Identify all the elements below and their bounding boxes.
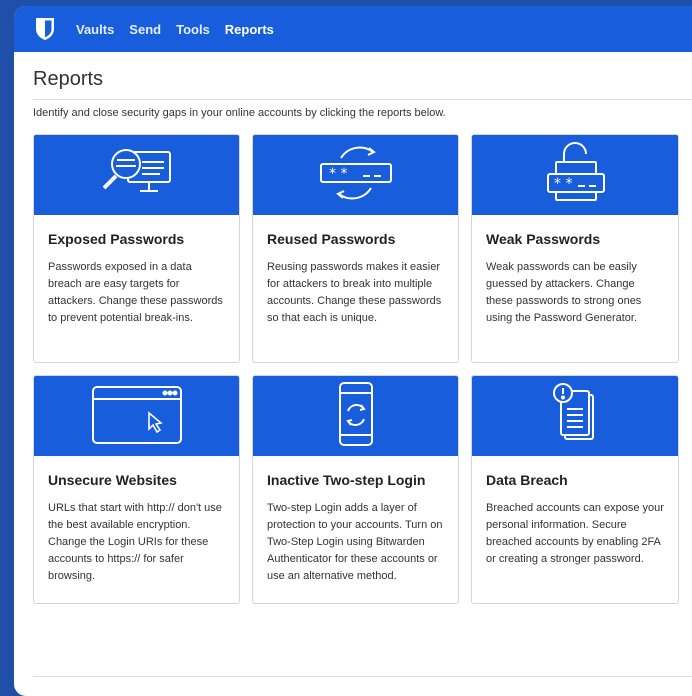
title-divider [33,99,692,100]
phone-sync-icon [326,379,386,454]
card-banner: * * [253,135,458,215]
card-title: Inactive Two-step Login [267,472,426,488]
report-card-unsecure-websites[interactable]: Unsecure Websites URLs that start with h… [33,375,240,604]
weak-password-lock-icon: * * [530,138,620,213]
page-subtitle: Identify and close security gaps in your… [33,107,446,119]
nav-send[interactable]: Send [129,22,161,37]
card-banner: * * [472,135,678,215]
bitwarden-shield-icon[interactable] [34,16,56,42]
card-description: Passwords exposed in a data breach are e… [48,261,223,324]
nav-tools[interactable]: Tools [176,22,210,37]
card-title: Data Breach [486,472,568,488]
report-card-data-breach[interactable]: Data Breach Breached accounts can expose… [471,375,679,604]
svg-text:* *: * * [329,166,347,182]
card-description: Weak passwords can be easily guessed by … [486,261,642,324]
document-alert-icon [545,379,605,454]
card-title: Reused Passwords [267,231,396,247]
footer-divider [33,676,692,677]
card-banner [253,376,458,456]
reports-grid: Exposed Passwords Passwords exposed in a… [33,134,692,604]
card-banner [34,135,239,215]
report-card-inactive-two-step-login[interactable]: Inactive Two-step Login Two-step Login a… [252,375,459,604]
card-description: Reusing passwords makes it easier for at… [267,261,442,324]
card-title: Weak Passwords [486,231,601,247]
report-card-reused-passwords[interactable]: * * Reused Passwords Reusing passwords m… [252,134,459,363]
card-banner [472,376,678,456]
magnifier-monitor-icon [92,138,182,213]
card-description: Breached accounts can expose your person… [486,502,664,565]
svg-text:* *: * * [554,176,572,192]
app-window: Vaults Send Tools Reports Reports Identi… [14,6,692,696]
browser-window-icon [87,379,187,454]
report-card-exposed-passwords[interactable]: Exposed Passwords Passwords exposed in a… [33,134,240,363]
nav-reports[interactable]: Reports [225,22,274,37]
card-description: URLs that start with http:// don't use t… [48,502,222,582]
nav-vaults[interactable]: Vaults [76,22,114,37]
reused-password-icon: * * [311,138,401,213]
card-description: Two-step Login adds a layer of protectio… [267,502,443,582]
page-title: Reports [33,68,104,90]
card-banner [34,376,239,456]
card-title: Exposed Passwords [48,231,185,247]
card-title: Unsecure Websites [48,472,177,488]
top-navbar: Vaults Send Tools Reports [14,6,692,52]
report-card-weak-passwords[interactable]: * * Weak Passwords Weak passwords can be… [471,134,679,363]
